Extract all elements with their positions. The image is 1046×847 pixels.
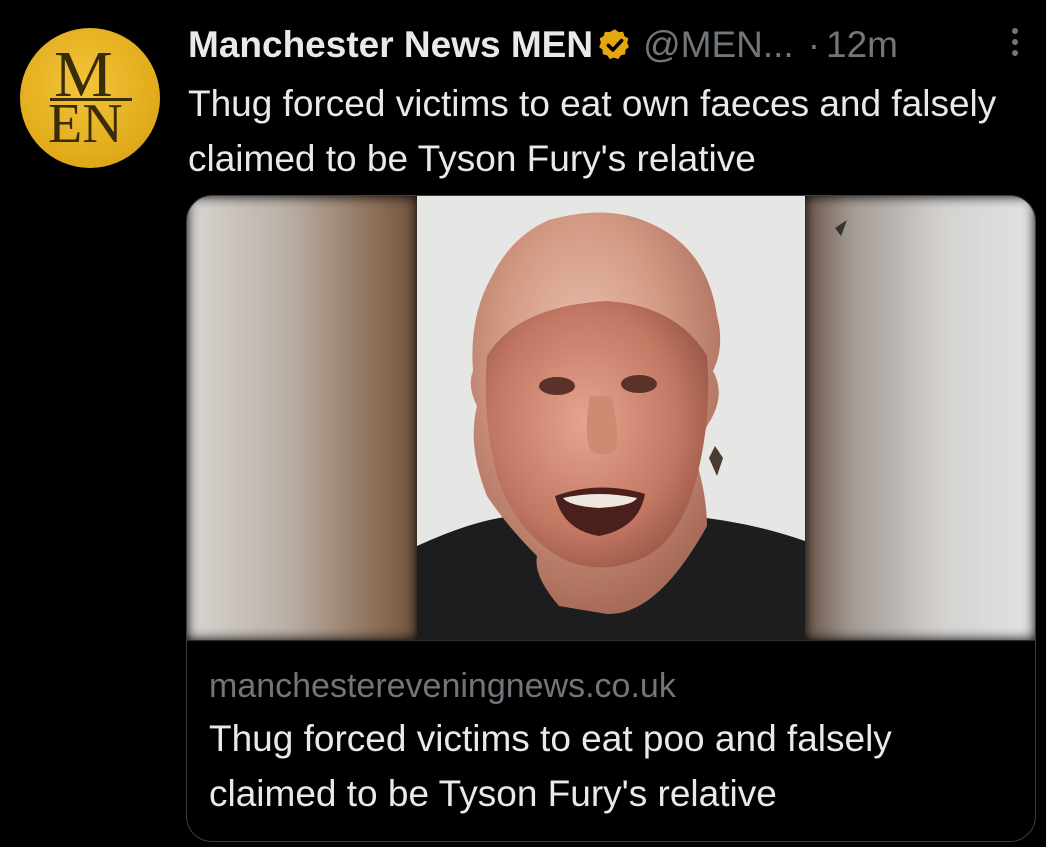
card-image[interactable] <box>187 196 1035 640</box>
avatar-logo-en: EN <box>48 93 123 155</box>
card-domain: manchestereveningnews.co.uk <box>209 667 676 705</box>
tweet-header: Manchester News MEN @MEN... · 12m <box>188 20 898 70</box>
author-name[interactable]: Manchester News MEN <box>188 24 593 66</box>
verified-badge-icon <box>599 29 630 60</box>
card-title: Thug forced victims to eat poo and false… <box>209 718 892 814</box>
mugshot-photo <box>187 196 1035 640</box>
men-logo: M EN <box>20 28 160 168</box>
author-handle[interactable]: @MEN... <box>643 24 794 66</box>
card-meta[interactable]: manchestereveningnews.co.uk Thug forced … <box>187 640 1035 841</box>
more-options-icon[interactable] <box>1000 22 1030 62</box>
tweet-text: Thug forced victims to eat own faeces an… <box>188 83 997 179</box>
link-preview-card[interactable]: manchestereveningnews.co.uk Thug forced … <box>186 195 1036 842</box>
author-avatar[interactable]: M EN <box>20 28 160 168</box>
separator-dot: · <box>807 24 821 65</box>
tweet-timestamp[interactable]: 12m <box>826 24 898 66</box>
